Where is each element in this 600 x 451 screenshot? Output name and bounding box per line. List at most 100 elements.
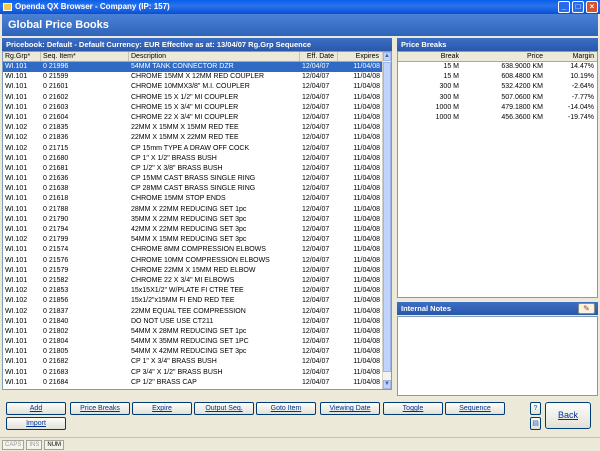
- table-row[interactable]: WI.101 0 21636 CP 15MM CAST BRASS SINGLE R…: [3, 174, 383, 184]
- cell-rg-grp: WI.101: [5, 73, 28, 81]
- back-button[interactable]: Back: [545, 402, 591, 429]
- viewing-date-button[interactable]: Viewing Date: [320, 402, 380, 415]
- table-row[interactable]: WI.101 0 21794 42MM X 22MM REDUCING SET 3p…: [3, 225, 383, 235]
- column-header-eff-date[interactable]: Eff. Date: [300, 52, 338, 61]
- edit-notes-icon[interactable]: ✎: [578, 303, 595, 314]
- cell-expires: 11/04/08: [353, 226, 380, 233]
- cell-price: 638.9000 KM: [501, 63, 543, 70]
- table-row[interactable]: WI.102 0 21836 22MM X 15MM X 22MM RED TEE 1…: [3, 133, 383, 143]
- close-button[interactable]: ×: [586, 1, 598, 13]
- table-row[interactable]: WI.101 0 21996 54MM TANK CONNECTOR DZR 12/0…: [3, 62, 383, 73]
- internal-notes-area[interactable]: [397, 316, 598, 396]
- table-row[interactable]: 300 M 507.0600 KM -7.77%: [398, 93, 597, 103]
- expire-button[interactable]: Expire: [132, 402, 192, 415]
- num-indicator: NUM: [44, 440, 65, 450]
- table-row[interactable]: WI.101 0 21601 CHROME 10MMX3/8" M.I. COUPL…: [3, 82, 383, 92]
- cell-expires: 11/04/08: [353, 246, 380, 254]
- table-row[interactable]: WI.101 0 21683 CP 3/4" X 1/2" BRASS BUSH 12…: [3, 368, 383, 378]
- table-row[interactable]: WI.101 0 21582 CHROME 22 X 3/4" MI ELBOWS 1…: [3, 276, 383, 286]
- table-row[interactable]: WI.101 0 21680 CP 1" X 1/2" BRASS BUSH 12/0…: [3, 154, 383, 164]
- table-row[interactable]: WI.101 0 21804 54MM X 35MM REDUCING SET 1P…: [3, 337, 383, 347]
- cell-margin: 14.47%: [570, 63, 594, 70]
- table-row[interactable]: WI.101 0 21802 54MM X 28MM REDUCING SET 1p…: [3, 327, 383, 337]
- column-header-expires[interactable]: Expires: [338, 52, 383, 61]
- cell-description: CHROME 10MMX3/8" M.I. COUPLER: [131, 83, 250, 91]
- cell-seq-item: 0 21853: [43, 287, 69, 295]
- cell-seq-item: 0 21835: [43, 124, 69, 132]
- cell-description: 22MM EQUAL TEE COMPRESSION: [131, 307, 246, 315]
- table-row[interactable]: WI.102 0 21835 22MM X 15MM X 15MM RED TEE 1…: [3, 123, 383, 133]
- column-header-break: Break: [440, 53, 459, 60]
- table-row[interactable]: WI.101 0 21684 CP 1/2" BRASS CAP 12/04/07 11…: [3, 378, 383, 388]
- table-row[interactable]: WI.101 0 21576 CHROME 10MM COMPRESSION ELB…: [3, 256, 383, 266]
- table-row[interactable]: WI.102 0 21853 15x15X1/2" W/PLATE FI CTRE …: [3, 286, 383, 296]
- cell-margin: -7.77%: [571, 93, 594, 101]
- cell-rg-grp: WI.101: [5, 195, 28, 203]
- cell-expires: 11/04/08: [353, 103, 380, 111]
- table-row[interactable]: WI.101 0 21805 54MM X 42MM REDUCING SET 3p…: [3, 347, 383, 357]
- column-header-seq-item[interactable]: Seq. Item*: [41, 52, 129, 61]
- action-bar: Add Price Breaks Expire Output Seq. Goto…: [2, 399, 526, 433]
- table-row[interactable]: WI.102 0 21856 15x1/2"x15MM FI END RED TEE…: [3, 296, 383, 306]
- table-row[interactable]: 300 M 532.4200 KM -2.64%: [398, 82, 597, 92]
- cell-rg-grp: WI.101: [5, 205, 28, 213]
- scroll-up-button[interactable]: ▲: [383, 52, 391, 61]
- cell-rg-grp: WI.101: [5, 93, 28, 101]
- table-row[interactable]: 15 M 608.4800 KM 10.19%: [398, 72, 597, 82]
- print-icon[interactable]: ▤: [530, 417, 541, 430]
- price-breaks-button[interactable]: Price Breaks: [70, 402, 130, 415]
- cell-eff-date: 12/04/07: [302, 368, 330, 376]
- table-row[interactable]: WI.101 0 21682 CP 1" X 3/4" BRASS BUSH 12/0…: [3, 357, 383, 367]
- cell-description: CHROME 10MM COMPRESSION ELBOWS: [131, 256, 270, 264]
- price-breaks-table[interactable]: Break Price Margin 15 M 638.9000 KM 14.47%…: [397, 51, 598, 298]
- table-row[interactable]: 1000 M 456.3600 KM -19.74%: [398, 113, 597, 123]
- add-button[interactable]: Add: [6, 402, 66, 415]
- table-row[interactable]: WI.101 0 21788 28MM X 22MM REDUCING SET 1p…: [3, 205, 383, 215]
- pricebook-heading: Pricebook: Default - Default Currency: E…: [2, 38, 392, 51]
- table-row[interactable]: 15 M 638.9000 KM 14.47%: [398, 62, 597, 72]
- table-row[interactable]: WI.101 0 21681 CP 1/2" X 3/8" BRASS BUSH 12…: [3, 164, 383, 174]
- table-row[interactable]: WI.101 0 21604 CHROME 22 X 3/4" MI COUPLER…: [3, 113, 383, 123]
- scroll-thumb[interactable]: [383, 62, 391, 372]
- table-row[interactable]: WI.102 0 21715 CP 15mm TYPE A DRAW OFF COC…: [3, 144, 383, 154]
- cell-rg-grp: WI.101: [5, 164, 28, 172]
- cell-rg-grp: WI.101: [5, 327, 28, 335]
- cell-rg-grp: WI.101: [5, 154, 28, 162]
- cell-expires: 11/04/08: [353, 297, 380, 305]
- table-row[interactable]: WI.101 0 21602 CHROME 15 X 1/2" MI COUPLER…: [3, 93, 383, 103]
- help-icon[interactable]: ?: [530, 402, 541, 415]
- table-row[interactable]: WI.101 0 21618 CHROME 15MM STOP ENDS 12/04/…: [3, 194, 383, 204]
- cell-description: CHROME 8MM COMPRESSION ELBOWS: [131, 246, 266, 254]
- app-icon: [3, 3, 12, 11]
- cell-expires: 11/04/08: [353, 185, 380, 193]
- grid-scrollbar[interactable]: ▲ ▼: [382, 52, 391, 389]
- table-row[interactable]: WI.101 0 21574 CHROME 8MM COMPRESSION ELBO…: [3, 245, 383, 255]
- maximize-button[interactable]: □: [572, 1, 584, 13]
- table-row[interactable]: WI.101 0 21840 DO NOT USE USE CT211 12/04/0…: [3, 317, 383, 327]
- scroll-down-button[interactable]: ▼: [383, 380, 391, 389]
- cell-break: 1000 M: [435, 103, 459, 111]
- cell-description: CHROME 22 X 3/4" MI COUPLER: [131, 113, 239, 121]
- table-row[interactable]: 1000 M 479.1800 KM -14.04%: [398, 103, 597, 113]
- cell-eff-date: 12/04/07: [302, 134, 330, 142]
- table-row[interactable]: WI.102 0 21837 22MM EQUAL TEE COMPRESSION 1…: [3, 307, 383, 317]
- sequence-button[interactable]: Sequence: [445, 402, 505, 415]
- minimize-button[interactable]: _: [558, 1, 570, 13]
- cell-rg-grp: WI.102: [5, 124, 28, 132]
- table-row[interactable]: WI.102 0 21799 54MM X 15MM REDUCING SET 3p…: [3, 235, 383, 245]
- goto-item-button[interactable]: Goto Item: [256, 402, 316, 415]
- window-titlebar: Openda QX Browser - Company (IP: 157) _ …: [0, 0, 600, 14]
- column-header-rg-grp[interactable]: Rg.Grp*: [3, 52, 41, 61]
- cell-rg-grp: WI.101: [5, 276, 28, 284]
- toggle-button[interactable]: Toggle: [383, 402, 443, 415]
- table-row[interactable]: WI.101 0 21638 CP 28MM CAST BRASS SINGLE R…: [3, 184, 383, 194]
- table-row[interactable]: WI.101 0 21599 CHROME 15MM X 12MM RED COUP…: [3, 72, 383, 82]
- price-list-grid[interactable]: Rg.Grp* Seq. Item* Description Eff. Date…: [2, 51, 392, 390]
- import-button[interactable]: Import: [6, 417, 66, 430]
- column-header-description[interactable]: Description: [129, 52, 300, 61]
- cell-expires: 11/04/08: [353, 144, 380, 152]
- output-seq-button[interactable]: Output Seq.: [194, 402, 254, 415]
- table-row[interactable]: WI.101 0 21603 CHROME 15 X 3/4" MI COUPLER…: [3, 103, 383, 113]
- table-row[interactable]: WI.101 0 21790 35MM X 22MM REDUCING SET 3p…: [3, 215, 383, 225]
- table-row[interactable]: WI.101 0 21579 CHROME 22MM X 15MM RED ELBO…: [3, 266, 383, 276]
